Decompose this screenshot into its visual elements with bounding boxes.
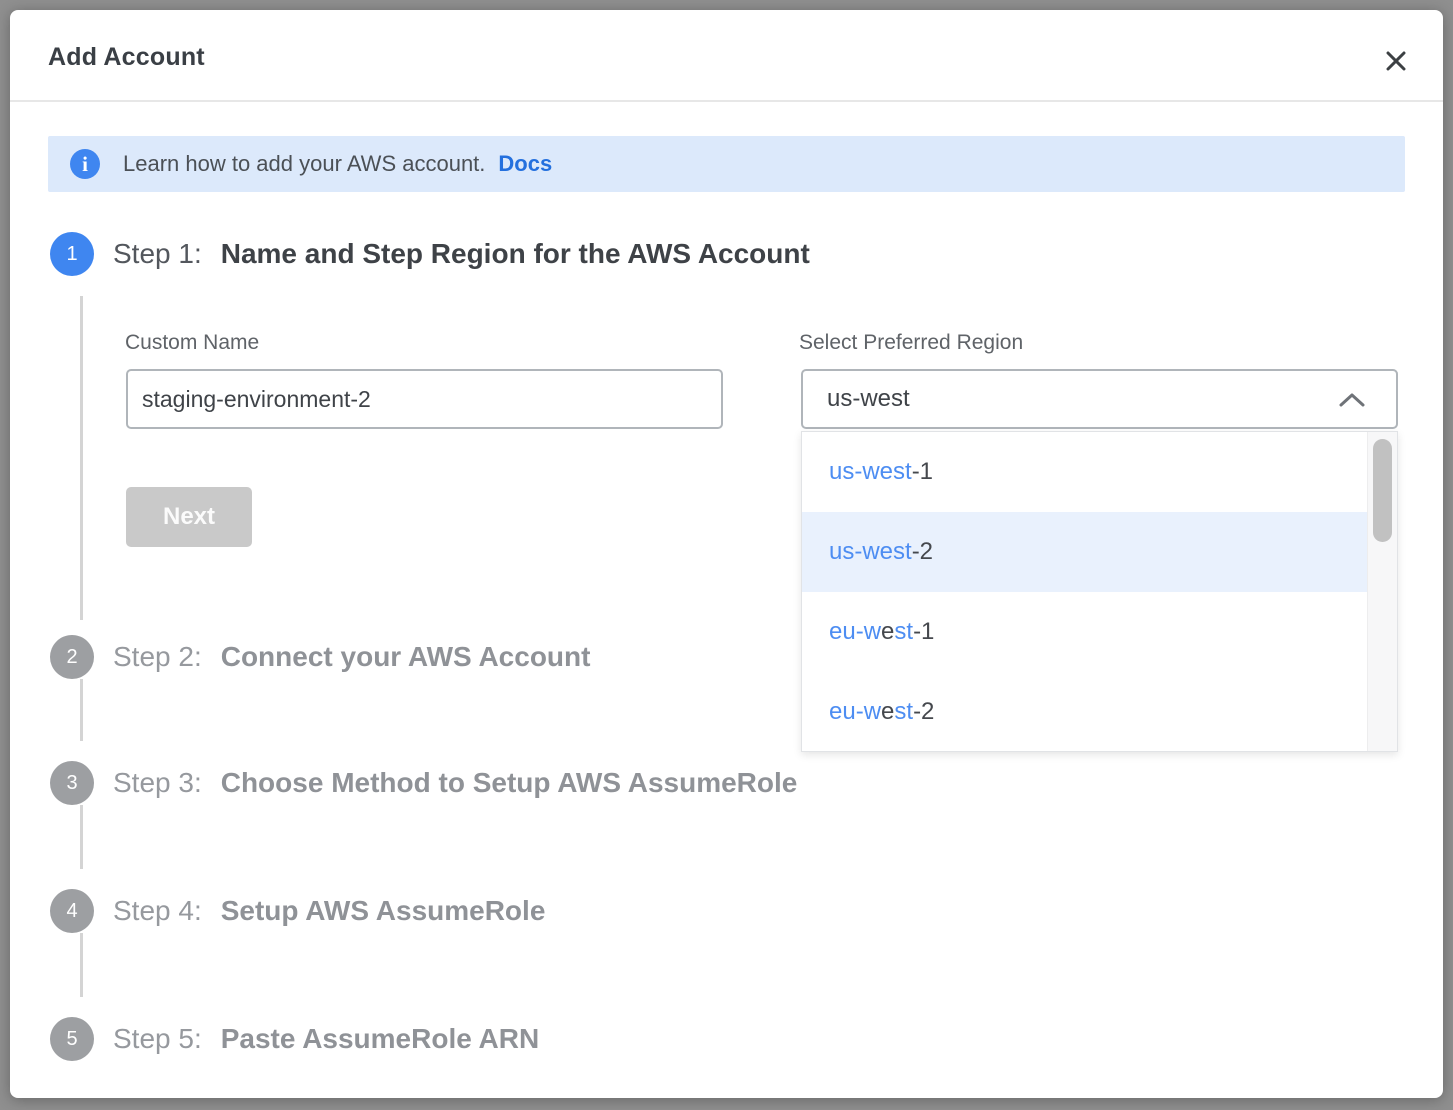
step-3-prefix: Step 3: — [113, 767, 202, 798]
dropdown-scrollbar-thumb[interactable] — [1373, 439, 1392, 542]
region-select-input[interactable] — [801, 369, 1398, 429]
dropdown-option-us-west-2[interactable]: us-west-2 — [802, 512, 1368, 592]
info-icon: i — [70, 149, 100, 179]
step-5-title: Paste AssumeRole ARN — [221, 1023, 539, 1054]
step-row-1: 1 Step 1: Name and Step Region for the AW… — [50, 232, 810, 276]
step-2-heading: Step 2: Connect your AWS Account — [113, 641, 590, 673]
step-row-2: 2 Step 2: Connect your AWS Account — [50, 635, 590, 679]
region-label: Select Preferred Region — [799, 331, 1023, 355]
step-connector-1-2 — [80, 296, 83, 620]
step-1-title: Name and Step Region for the AWS Account — [221, 238, 810, 269]
step-3-heading: Step 3: Choose Method to Setup AWS Assume… — [113, 767, 797, 799]
option-text-matched: us-west — [829, 538, 912, 566]
dropdown-option-eu-west-2[interactable]: eu-west-2 — [802, 672, 1368, 752]
region-dropdown: us-west-1 us-west-2 eu-west-1 eu-west-2 — [801, 431, 1398, 752]
option-text: -1 — [913, 618, 934, 646]
step-connector-4-5 — [80, 933, 83, 997]
banner-text: Learn how to add your AWS account. — [123, 151, 485, 177]
step-connector-2-3 — [80, 679, 83, 741]
info-banner: i Learn how to add your AWS account. Doc… — [48, 136, 1405, 192]
step-1-prefix: Step 1: — [113, 238, 202, 269]
header-divider — [10, 100, 1443, 102]
dropdown-scrollbar-track[interactable] — [1367, 432, 1397, 751]
step-row-5: 5 Step 5: Paste AssumeRole ARN — [50, 1017, 539, 1061]
modal-title: Add Account — [48, 43, 205, 72]
add-account-modal: Add Account i Learn how to add your AWS … — [10, 10, 1443, 1098]
step-3-badge: 3 — [50, 761, 94, 805]
dropdown-option-us-west-1[interactable]: us-west-1 — [802, 432, 1368, 512]
region-dropdown-list: us-west-1 us-west-2 eu-west-1 eu-west-2 — [802, 432, 1368, 751]
step-5-heading: Step 5: Paste AssumeRole ARN — [113, 1023, 539, 1055]
step-4-heading: Step 4: Setup AWS AssumeRole — [113, 895, 545, 927]
region-select-toggle[interactable] — [1332, 382, 1372, 416]
step-5-prefix: Step 5: — [113, 1023, 202, 1054]
chevron-up-icon — [1339, 392, 1365, 407]
step-4-title: Setup AWS AssumeRole — [221, 895, 546, 926]
option-text: -1 — [912, 458, 933, 486]
step-1-badge: 1 — [50, 232, 94, 276]
step-row-4: 4 Step 4: Setup AWS AssumeRole — [50, 889, 545, 933]
step-2-badge: 2 — [50, 635, 94, 679]
step-5-badge: 5 — [50, 1017, 94, 1061]
dropdown-option-eu-west-1[interactable]: eu-west-1 — [802, 592, 1368, 672]
option-text-matched: eu-w — [829, 698, 881, 726]
option-text-matched: eu-w — [829, 618, 881, 646]
step-row-3: 3 Step 3: Choose Method to Setup AWS Assu… — [50, 761, 797, 805]
custom-name-label: Custom Name — [125, 331, 259, 355]
option-text: -2 — [913, 698, 934, 726]
step-3-title: Choose Method to Setup AWS AssumeRole — [221, 767, 798, 798]
step-4-prefix: Step 4: — [113, 895, 202, 926]
step-connector-3-4 — [80, 805, 83, 869]
next-button[interactable]: Next — [126, 487, 252, 547]
option-text: e — [881, 618, 894, 646]
step-4-badge: 4 — [50, 889, 94, 933]
step-2-title: Connect your AWS Account — [221, 641, 591, 672]
custom-name-input[interactable] — [126, 369, 723, 429]
step-2-prefix: Step 2: — [113, 641, 202, 672]
option-text-matched: us-west — [829, 458, 912, 486]
option-text: -2 — [912, 538, 933, 566]
option-text-matched: st — [894, 698, 913, 726]
close-button[interactable] — [1378, 43, 1414, 79]
docs-link[interactable]: Docs — [498, 151, 552, 177]
option-text-matched: st — [894, 618, 913, 646]
close-icon — [1384, 49, 1408, 73]
option-text: e — [881, 698, 894, 726]
step-1-heading: Step 1: Name and Step Region for the AWS … — [113, 238, 810, 270]
